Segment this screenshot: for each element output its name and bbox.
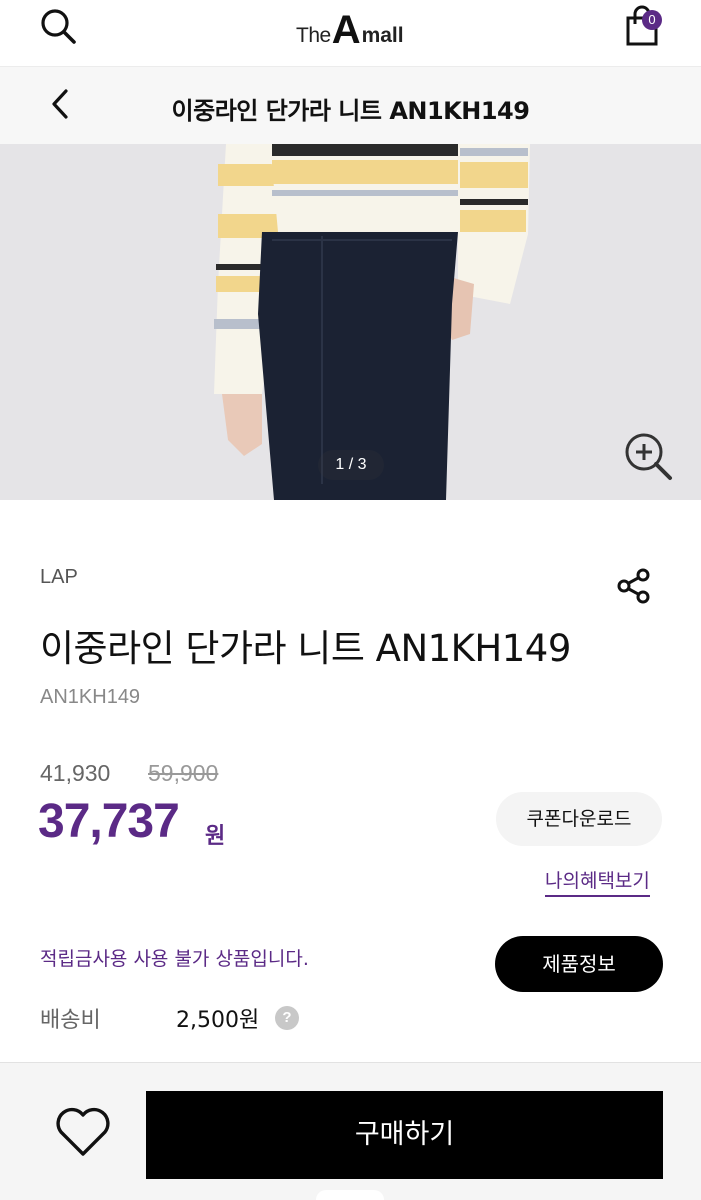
shipping-fee: 2,500원 — [176, 1008, 260, 1033]
home-indicator — [316, 1190, 384, 1200]
share-icon — [615, 567, 653, 609]
page-title: 이중라인 단가라 니트 AN1KH149 — [171, 97, 530, 125]
product-name: 이중라인 단가라 니트 AN1KH149 — [40, 627, 571, 670]
logo-mall: mall — [361, 24, 404, 47]
product-photo — [0, 144, 701, 500]
search-icon — [38, 6, 78, 50]
heart-icon — [54, 1106, 112, 1162]
original-price: 59,900 — [148, 760, 219, 786]
logo-a: A — [331, 8, 361, 52]
zoom-button[interactable] — [620, 430, 676, 486]
final-price: 37,737 — [38, 795, 180, 848]
product-info-button[interactable]: 제품정보 — [495, 936, 663, 992]
logo[interactable]: The A mall — [296, 6, 408, 50]
shipping-label: 배송비 — [40, 1008, 101, 1033]
wishlist-button[interactable] — [50, 1104, 116, 1164]
coupon-download-button[interactable]: 쿠폰다운로드 — [496, 792, 662, 846]
zoom-in-icon — [622, 430, 674, 486]
my-benefit-link[interactable]: 나의혜택보기 — [545, 866, 650, 897]
sale-price: 41,930 — [40, 760, 111, 786]
chevron-left-icon — [48, 88, 72, 124]
image-counter: 1 / 3 — [318, 450, 384, 480]
cart-count-badge: 0 — [642, 10, 662, 30]
price-unit: 원 — [205, 824, 226, 849]
share-button[interactable] — [612, 566, 656, 610]
cart-button[interactable] — [618, 4, 666, 52]
product-image[interactable] — [0, 144, 701, 500]
search-button[interactable] — [36, 6, 80, 50]
back-button[interactable] — [40, 86, 80, 126]
buy-button[interactable]: 구매하기 — [146, 1091, 663, 1179]
help-icon[interactable]: ? — [275, 1006, 299, 1030]
logo-the: The — [296, 24, 331, 47]
product-code: AN1KH149 — [40, 686, 141, 708]
product-title-bar: 이중라인 단가라 니트 AN1KH149 — [0, 66, 701, 144]
points-notice: 적립금사용 사용 불가 상품입니다. — [40, 948, 309, 970]
brand-name[interactable]: LAP — [40, 566, 78, 589]
